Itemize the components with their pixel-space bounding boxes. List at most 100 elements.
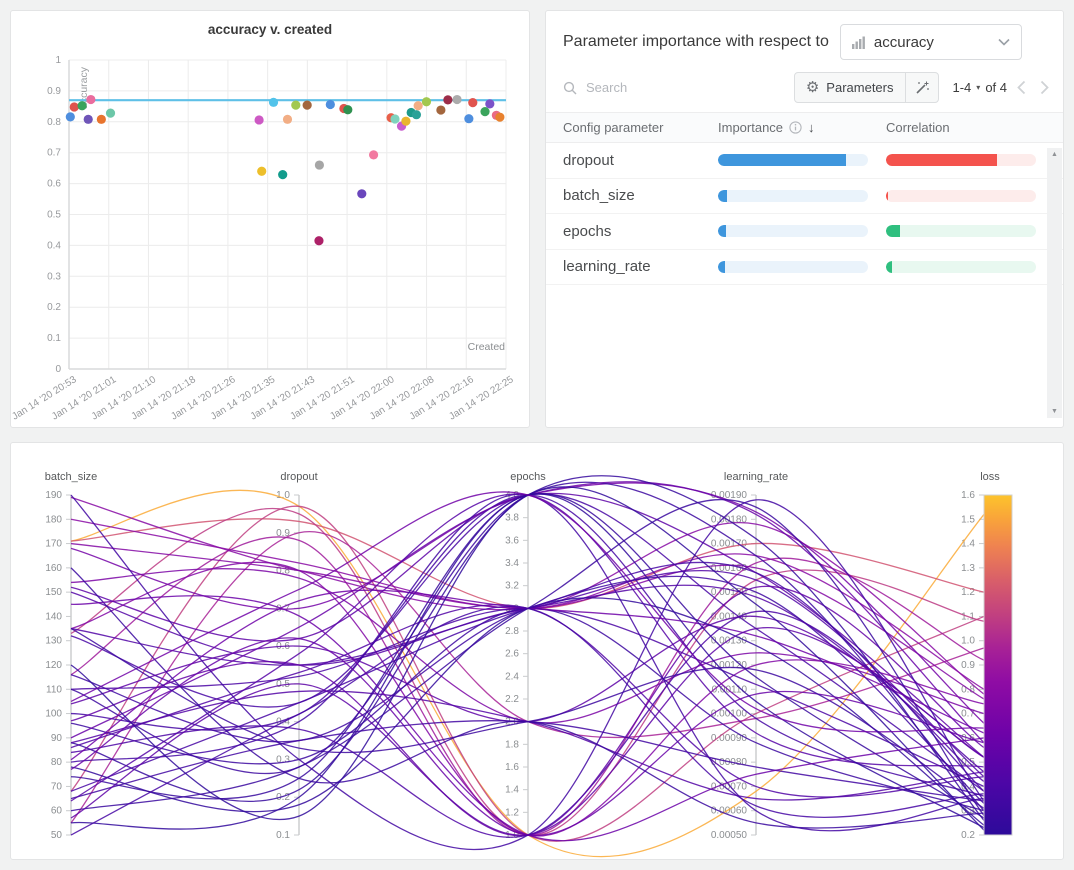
scatter-point[interactable]	[269, 98, 278, 107]
scatter-point[interactable]	[257, 167, 266, 176]
svg-text:190: 190	[45, 490, 62, 501]
search-icon	[563, 81, 577, 95]
svg-text:130: 130	[45, 636, 62, 647]
correlation-bar	[886, 225, 1036, 237]
svg-text:120: 120	[45, 660, 62, 671]
svg-text:2.2: 2.2	[505, 694, 519, 705]
search-box[interactable]	[563, 79, 794, 96]
svg-text:140: 140	[45, 611, 62, 622]
scatter-point[interactable]	[443, 95, 452, 104]
scatter-point[interactable]	[254, 115, 263, 124]
scatter-point[interactable]	[495, 113, 504, 122]
svg-text:3.6: 3.6	[505, 535, 519, 546]
pagination-summary[interactable]: 1-4 ▾ of 4	[953, 80, 1008, 95]
parallel-coordinates-chart[interactable]: batch_size506070809010011012013014015016…	[11, 443, 1063, 859]
importance-row[interactable]: dropout	[546, 143, 1063, 179]
svg-text:3.4: 3.4	[505, 558, 519, 569]
importance-bar	[718, 261, 868, 273]
scatter-point[interactable]	[291, 101, 300, 110]
importance-bar	[718, 225, 868, 237]
scatter-point[interactable]	[414, 101, 423, 110]
scatter-point[interactable]	[390, 114, 399, 123]
table-scrollbar[interactable]: ▲ ▼	[1047, 148, 1062, 418]
scatter-point[interactable]	[278, 170, 287, 179]
svg-text:0.4: 0.4	[47, 240, 61, 251]
scroll-up-icon[interactable]: ▲	[1051, 151, 1058, 158]
config-parameter-name: learning_rate	[546, 258, 718, 275]
bar-chart-icon	[852, 36, 865, 49]
scatter-point[interactable]	[97, 115, 106, 124]
pagination-caret-icon: ▾	[976, 83, 980, 92]
scatter-point[interactable]	[485, 99, 494, 108]
svg-text:Jan 14 '20 20:53: Jan 14 '20 20:53	[11, 374, 79, 423]
info-icon[interactable]	[789, 121, 802, 134]
importance-bar	[718, 190, 868, 202]
magic-wand-button[interactable]	[905, 72, 939, 103]
scatter-point[interactable]	[412, 110, 421, 119]
svg-text:0.1: 0.1	[47, 333, 61, 344]
scatter-point[interactable]	[468, 98, 477, 107]
svg-text:80: 80	[51, 757, 63, 768]
scatter-point[interactable]	[326, 100, 335, 109]
chevron-right-icon[interactable]	[1040, 80, 1049, 95]
svg-text:Created: Created	[468, 341, 506, 353]
svg-text:100: 100	[45, 709, 62, 720]
scatter-point[interactable]	[315, 160, 324, 169]
parameters-button[interactable]: ⚙ Parameters	[794, 72, 906, 103]
svg-text:1.5: 1.5	[961, 514, 975, 525]
importance-bar	[718, 154, 868, 166]
svg-text:3.2: 3.2	[505, 581, 519, 592]
scatter-point[interactable]	[106, 109, 115, 118]
svg-text:0.1: 0.1	[276, 830, 290, 841]
parameter-importance-panel: Parameter importance with respect to acc…	[545, 10, 1064, 428]
svg-text:1.6: 1.6	[961, 490, 975, 501]
scatter-point[interactable]	[369, 150, 378, 159]
importance-table-header: Config parameter Importance ↓ Correlatio…	[546, 112, 1063, 143]
importance-row[interactable]: learning_rate	[546, 250, 1063, 286]
svg-text:180: 180	[45, 514, 62, 525]
sort-descending-icon[interactable]: ↓	[808, 120, 815, 135]
svg-text:1.2: 1.2	[505, 807, 519, 818]
svg-text:0.9: 0.9	[961, 660, 975, 671]
importance-row[interactable]: batch_size	[546, 179, 1063, 215]
svg-text:0.9: 0.9	[47, 86, 61, 97]
scatter-point[interactable]	[436, 105, 445, 114]
scatter-point[interactable]	[84, 115, 93, 124]
svg-text:170: 170	[45, 539, 62, 550]
scatter-point[interactable]	[401, 117, 410, 126]
scatter-point[interactable]	[452, 95, 461, 104]
importance-header: Parameter importance with respect to acc…	[546, 11, 1063, 69]
scatter-point[interactable]	[357, 189, 366, 198]
metric-dropdown-value: accuracy	[874, 34, 989, 51]
scatter-point[interactable]	[70, 102, 79, 111]
svg-text:0.2: 0.2	[961, 830, 975, 841]
scatter-point[interactable]	[303, 101, 312, 110]
svg-text:0.3: 0.3	[276, 754, 290, 765]
metric-dropdown[interactable]: accuracy	[840, 24, 1022, 60]
scatter-point[interactable]	[78, 101, 87, 110]
scatter-chart[interactable]: 00.10.20.30.40.50.60.70.80.91Jan 14 '20 …	[11, 41, 529, 427]
scatter-point[interactable]	[464, 114, 473, 123]
column-importance[interactable]: Importance ↓	[718, 120, 886, 135]
parameters-button-label: Parameters	[826, 80, 893, 95]
parallel-coordinates-panel: batch_size506070809010011012013014015016…	[10, 442, 1064, 860]
scatter-panel: accuracy v. created 00.10.20.30.40.50.60…	[10, 10, 530, 428]
pagination-arrows	[1017, 80, 1049, 95]
scatter-point[interactable]	[86, 95, 95, 104]
scatter-point[interactable]	[283, 115, 292, 124]
svg-text:110: 110	[46, 684, 62, 695]
importance-row[interactable]: epochs	[546, 214, 1063, 250]
scatter-point[interactable]	[422, 97, 431, 106]
search-input[interactable]	[584, 79, 708, 96]
scatter-point[interactable]	[66, 112, 75, 121]
scatter-point[interactable]	[480, 107, 489, 116]
scatter-point[interactable]	[343, 105, 352, 114]
chevron-left-icon[interactable]	[1017, 80, 1026, 95]
scatter-point[interactable]	[314, 236, 323, 245]
importance-title: Parameter importance with respect to	[563, 33, 829, 51]
config-parameter-name: epochs	[546, 223, 718, 240]
svg-text:0.5: 0.5	[47, 210, 61, 221]
scatter-points	[66, 95, 505, 245]
svg-text:0.00100: 0.00100	[711, 709, 748, 720]
scroll-down-icon[interactable]: ▼	[1051, 408, 1058, 415]
